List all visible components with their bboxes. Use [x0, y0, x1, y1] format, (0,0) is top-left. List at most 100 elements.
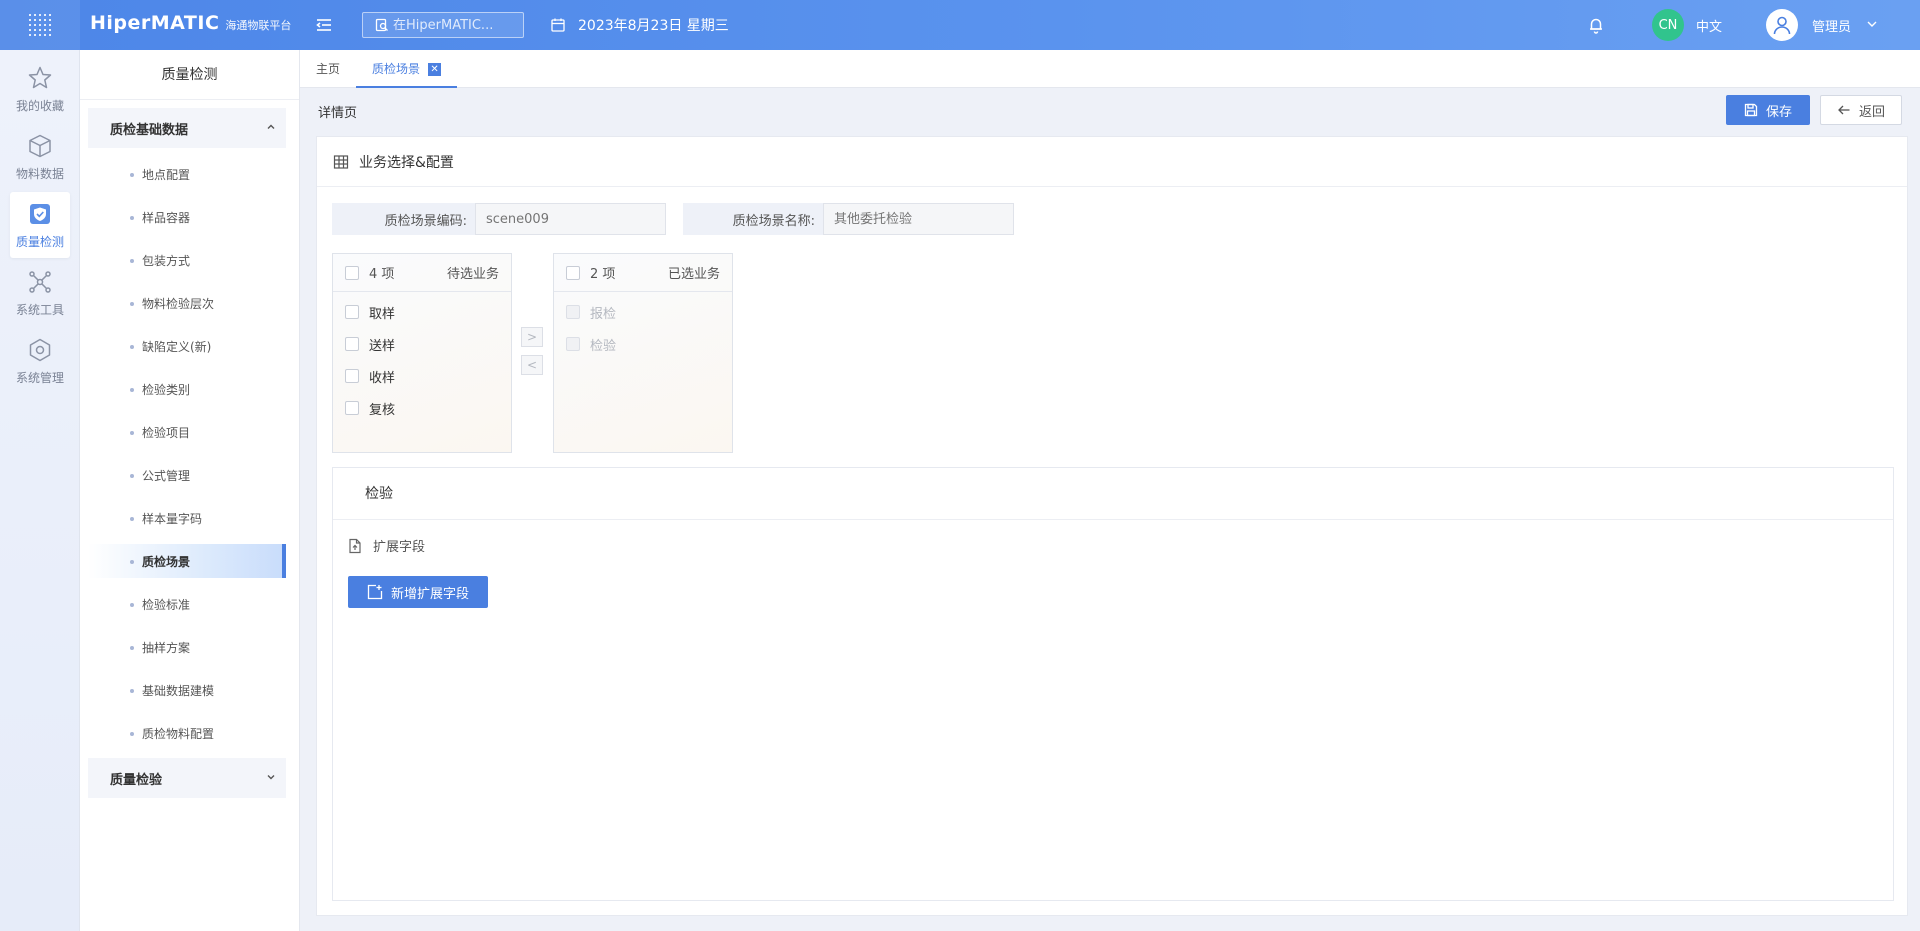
extension-fields-label: 扩展字段	[373, 540, 426, 555]
brand-subtitle: 海通物联平台	[225, 19, 292, 32]
submenu-item-material-config[interactable]: 质检物料配置	[88, 716, 286, 750]
user-avatar[interactable]	[1766, 9, 1798, 41]
submenu-item-sampling-plan[interactable]: 抽样方案	[88, 630, 286, 664]
submenu-item-label: 包装方式	[142, 253, 191, 268]
rail-label: 质量检测	[15, 234, 64, 249]
module-rail: 我的收藏 物料数据 质量检测 系统工具 系统管理	[0, 50, 80, 931]
submenu-item-sample-container[interactable]: 样品容器	[88, 200, 286, 234]
move-left-button[interactable]: <	[521, 355, 543, 375]
submenu-item-inspection-category[interactable]: 检验类别	[88, 372, 286, 406]
rail-item-favorites[interactable]: 我的收藏	[10, 56, 70, 122]
menu-toggle-icon[interactable]	[314, 15, 334, 35]
rail-item-quality-inspection[interactable]: 质量检测	[10, 192, 70, 258]
submenu-item-label: 样本量字码	[142, 511, 203, 526]
group-label: 质量检验	[110, 772, 163, 788]
submenu-item-data-modeling[interactable]: 基础数据建模	[88, 673, 286, 707]
move-right-button[interactable]: >	[521, 327, 543, 347]
close-icon[interactable]: ✕	[428, 63, 442, 76]
submenu-item-label: 质检物料配置	[142, 726, 215, 741]
transfer-item[interactable]: 收样	[333, 360, 511, 392]
menu-group-basic-data[interactable]: 质检基础数据	[88, 108, 286, 148]
save-button[interactable]: 保存	[1726, 95, 1810, 125]
transfer-available-panel: 4 项 待选业务 取样 送样 收样 复核	[332, 253, 512, 453]
transfer-item: 检验	[554, 328, 732, 360]
star-icon	[28, 66, 52, 88]
item-count: 2 项	[590, 267, 616, 282]
scene-name-label: 质检场景名称:	[683, 203, 823, 235]
global-search[interactable]	[362, 12, 524, 38]
transfer-item[interactable]: 取样	[333, 296, 511, 328]
back-button[interactable]: 返回	[1820, 95, 1902, 125]
chevron-up-icon	[267, 124, 275, 129]
date-display: 2023年8月23日 星期三	[550, 15, 729, 35]
scene-code-label: 质检场景编码:	[332, 203, 475, 235]
file-upload-icon	[349, 538, 361, 553]
checkbox	[566, 305, 580, 319]
submenu-item-location-config[interactable]: 地点配置	[88, 157, 286, 191]
tab-home[interactable]: 主页	[316, 50, 340, 88]
rail-item-system-tools[interactable]: 系统工具	[10, 260, 70, 326]
inspection-section: 检验 扩展字段 新增扩展字段	[332, 467, 1894, 901]
rail-item-material-data[interactable]: 物料数据	[10, 124, 70, 190]
rail-item-system-management[interactable]: 系统管理	[10, 328, 70, 394]
rail-label: 物料数据	[15, 166, 64, 181]
chevron-down-icon[interactable]	[1866, 18, 1878, 34]
date-text: 2023年8月23日 星期三	[578, 18, 729, 34]
submenu-item-label: 地点配置	[142, 167, 191, 182]
transfer-item[interactable]: 复核	[333, 392, 511, 424]
checkbox[interactable]	[345, 337, 359, 351]
add-button-label: 新增扩展字段	[390, 586, 469, 602]
submenu-item-sample-size-code[interactable]: 样本量字码	[88, 501, 286, 535]
submenu-item-defect-definition[interactable]: 缺陷定义(新)	[88, 329, 286, 363]
bell-icon[interactable]	[1586, 15, 1606, 35]
panel-title: 待选业务	[446, 267, 499, 282]
submenu-item-label: 样品容器	[142, 210, 191, 225]
language-badge[interactable]: CN	[1652, 9, 1684, 41]
chevron-down-icon	[267, 775, 275, 780]
item-label: 复核	[369, 402, 396, 418]
submenu-item-label: 抽样方案	[142, 640, 191, 655]
submenu-item-inspection-items[interactable]: 检验项目	[88, 415, 286, 449]
group-label: 质检基础数据	[110, 122, 189, 138]
scene-code-field[interactable]	[475, 203, 666, 235]
top-header: HiperMATIC 海通物联平台 2023年8月23日 星期三 CN 中文 管…	[0, 0, 1920, 50]
submenu-item-label: 检验项目	[142, 425, 191, 440]
checkbox[interactable]	[345, 401, 359, 415]
add-extension-field-button[interactable]: 新增扩展字段	[348, 576, 488, 608]
submenu-item-formula-management[interactable]: 公式管理	[88, 458, 286, 492]
language-label[interactable]: 中文	[1696, 16, 1722, 35]
user-name[interactable]: 管理员	[1812, 16, 1851, 35]
submenu-item-inspection-standard[interactable]: 检验标准	[88, 587, 286, 621]
page-tabs: 主页 质检场景 ✕	[300, 50, 1920, 88]
submenu-item-label: 质检场景	[142, 554, 191, 569]
item-label: 送样	[369, 338, 396, 354]
checkbox[interactable]	[345, 305, 359, 319]
transfer-selected-panel: 2 项 已选业务 报检 检验	[553, 253, 733, 453]
extension-fields-row: 扩展字段	[347, 536, 425, 555]
checkbox	[566, 337, 580, 351]
transfer-selected-header: 2 项 已选业务	[554, 254, 732, 292]
search-input[interactable]	[393, 17, 513, 33]
submenu-item-inspection-level[interactable]: 物料检验层次	[88, 286, 286, 320]
card-title: 业务选择&配置	[359, 154, 454, 171]
menu-group-quality-inspection[interactable]: 质量检验	[88, 758, 286, 798]
submenu-item-label: 公式管理	[142, 468, 191, 483]
cube-icon	[29, 134, 51, 157]
transfer-item: 报检	[554, 296, 732, 328]
rail-label: 我的收藏	[15, 98, 64, 113]
search-icon	[375, 18, 388, 32]
submenu-item-inspection-scene[interactable]: 质检场景	[88, 544, 286, 578]
transfer-item[interactable]: 送样	[333, 328, 511, 360]
table-icon	[333, 154, 349, 169]
select-all-checkbox[interactable]	[345, 265, 359, 280]
checkbox[interactable]	[345, 369, 359, 383]
app-grid-icon[interactable]	[0, 0, 80, 50]
back-label: 返回	[1858, 104, 1885, 120]
scene-name-field[interactable]	[823, 203, 1014, 235]
add-box-icon	[367, 584, 383, 600]
calendar-icon	[551, 18, 565, 32]
submenu-item-label: 检验标准	[142, 597, 191, 612]
tab-inspection-scene[interactable]: 质检场景 ✕	[356, 50, 458, 88]
select-all-checkbox[interactable]	[566, 265, 580, 280]
submenu-item-packaging[interactable]: 包装方式	[88, 243, 286, 277]
